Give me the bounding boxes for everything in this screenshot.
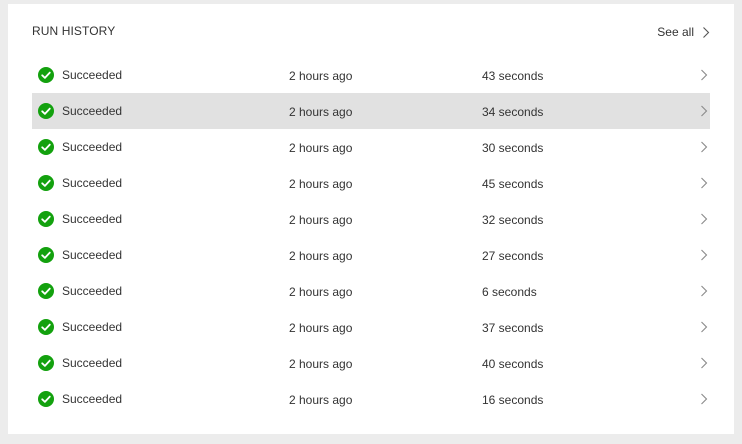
check-circle-icon — [38, 247, 54, 263]
chevron-right-icon — [700, 141, 708, 153]
run-row[interactable]: Succeeded 2 hours ago 37 seconds — [32, 309, 710, 345]
chevron-right-icon — [700, 105, 708, 117]
run-row[interactable]: Succeeded 2 hours ago 30 seconds — [32, 129, 710, 165]
run-status: Succeeded — [62, 68, 123, 82]
chevron-right-icon — [700, 357, 708, 369]
run-status: Succeeded — [62, 176, 123, 190]
chevron-right-icon — [700, 285, 708, 297]
run-row[interactable]: Succeeded 2 hours ago 43 seconds — [32, 57, 710, 93]
run-row[interactable]: Succeeded 2 hours ago 6 seconds — [32, 273, 710, 309]
check-circle-icon — [38, 319, 54, 335]
run-list: Succeeded 2 hours ago 43 seconds Succeeded 2… — [32, 57, 710, 417]
see-all-link[interactable]: See all — [657, 21, 710, 43]
check-circle-icon — [38, 391, 54, 407]
check-circle-icon — [38, 355, 54, 371]
run-time: 2 hours ago — [289, 213, 353, 227]
run-row[interactable]: Succeeded 2 hours ago 16 seconds — [32, 381, 710, 417]
run-duration: 27 seconds — [482, 249, 544, 263]
run-duration: 45 seconds — [482, 177, 544, 191]
see-all-label: See all — [657, 25, 694, 39]
panel-header: RUN HISTORY See all — [32, 21, 710, 43]
run-status: Succeeded — [62, 320, 123, 334]
run-duration: 6 seconds — [482, 285, 537, 299]
run-duration: 37 seconds — [482, 321, 544, 335]
run-time: 2 hours ago — [289, 105, 353, 119]
run-row[interactable]: Succeeded 2 hours ago 40 seconds — [32, 345, 710, 381]
run-duration: 30 seconds — [482, 141, 544, 155]
chevron-right-icon — [700, 321, 708, 333]
run-row[interactable]: Succeeded 2 hours ago 34 seconds — [32, 93, 710, 129]
chevron-right-icon — [700, 393, 708, 405]
run-time: 2 hours ago — [289, 357, 353, 371]
run-row[interactable]: Succeeded 2 hours ago 32 seconds — [32, 201, 710, 237]
run-time: 2 hours ago — [289, 177, 353, 191]
check-circle-icon — [38, 283, 54, 299]
chevron-right-icon — [700, 177, 708, 189]
run-duration: 32 seconds — [482, 213, 544, 227]
run-status: Succeeded — [62, 392, 123, 406]
run-time: 2 hours ago — [289, 321, 353, 335]
check-circle-icon — [38, 67, 54, 83]
chevron-right-icon — [700, 249, 708, 261]
run-status: Succeeded — [62, 356, 123, 370]
check-circle-icon — [38, 139, 54, 155]
run-time: 2 hours ago — [289, 393, 353, 407]
run-row[interactable]: Succeeded 2 hours ago 45 seconds — [32, 165, 710, 201]
run-status: Succeeded — [62, 104, 123, 118]
chevron-right-icon — [700, 213, 708, 225]
panel-title: RUN HISTORY — [32, 24, 116, 38]
run-history-panel: RUN HISTORY See all Succeeded 2 hours ago… — [8, 4, 734, 434]
chevron-right-icon — [700, 69, 708, 81]
run-duration: 43 seconds — [482, 69, 544, 83]
run-time: 2 hours ago — [289, 69, 353, 83]
run-status: Succeeded — [62, 140, 123, 154]
run-time: 2 hours ago — [289, 141, 353, 155]
run-duration: 40 seconds — [482, 357, 544, 371]
check-circle-icon — [38, 103, 54, 119]
run-duration: 16 seconds — [482, 393, 544, 407]
chevron-right-icon — [702, 26, 710, 39]
run-status: Succeeded — [62, 284, 123, 298]
check-circle-icon — [38, 175, 54, 191]
run-row[interactable]: Succeeded 2 hours ago 27 seconds — [32, 237, 710, 273]
run-status: Succeeded — [62, 248, 123, 262]
run-time: 2 hours ago — [289, 249, 353, 263]
check-circle-icon — [38, 211, 54, 227]
run-status: Succeeded — [62, 212, 123, 226]
run-time: 2 hours ago — [289, 285, 353, 299]
run-duration: 34 seconds — [482, 105, 544, 119]
